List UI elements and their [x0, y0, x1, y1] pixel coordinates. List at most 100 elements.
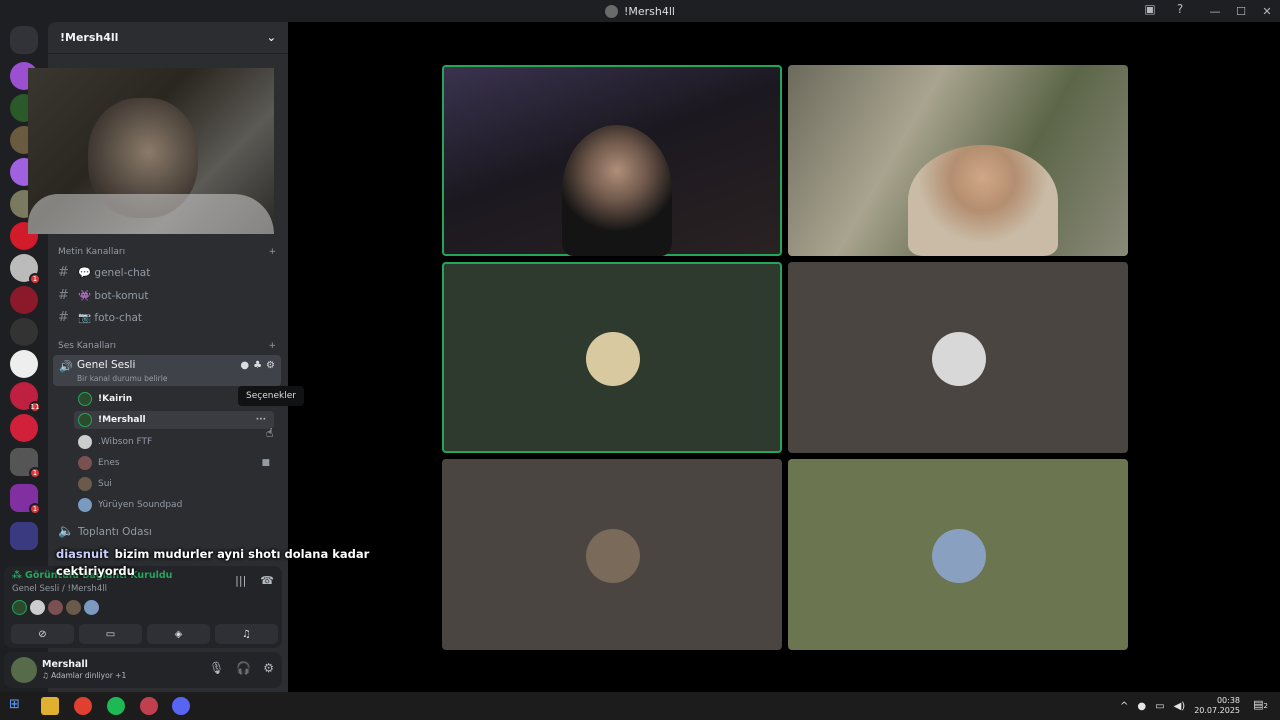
- camera-shirt: [28, 194, 274, 234]
- server-folder[interactable]: 1: [10, 484, 41, 515]
- video-tile[interactable]: [788, 65, 1128, 256]
- activity-button[interactable]: ◈: [147, 624, 210, 644]
- discord-home-icon[interactable]: [10, 26, 38, 54]
- user-panel: Mershall ♫ Adamlar dinliyor +1 🎙 🎧 ⚙: [4, 652, 282, 688]
- video-tile[interactable]: [442, 65, 782, 256]
- options-tooltip: Seçenekler: [238, 386, 304, 406]
- avatar: [78, 477, 92, 491]
- add-channel-icon[interactable]: +: [268, 247, 276, 257]
- server-icon[interactable]: [10, 286, 38, 314]
- user-activity: ♫ Adamlar dinliyor +1: [42, 671, 127, 680]
- guild-header[interactable]: !Mersh4ll ⌄: [48, 22, 288, 54]
- screen-share-button[interactable]: ▭: [79, 624, 142, 644]
- member-name: Sui: [98, 479, 112, 489]
- self-camera-preview[interactable]: [28, 68, 274, 234]
- voice-member[interactable]: Enes ■: [78, 456, 278, 470]
- server-folder[interactable]: 1: [10, 448, 41, 479]
- avatar[interactable]: [48, 600, 63, 615]
- music-icon: ♫: [42, 671, 52, 680]
- windows-start-icon[interactable]: ⊞: [9, 697, 27, 715]
- server-icon[interactable]: [10, 522, 38, 550]
- chevron-down-icon: ⌄: [266, 31, 276, 44]
- connection-location[interactable]: Genel Sesli / !Mersh4ll: [12, 584, 107, 594]
- chevron-up-icon[interactable]: ^: [1120, 701, 1128, 712]
- voice-channel-name: Genel Sesli: [77, 359, 136, 371]
- file-explorer-icon[interactable]: [41, 697, 59, 715]
- wolf-avatar: [932, 332, 986, 386]
- avatar[interactable]: [11, 657, 37, 683]
- soundboard-button[interactable]: ♫: [215, 624, 278, 644]
- notification-count: 2: [1263, 702, 1268, 710]
- headphones-icon[interactable]: 🎧: [236, 661, 251, 675]
- avatar: [586, 529, 640, 583]
- chat-icon[interactable]: ●: [240, 360, 249, 371]
- avatar: [932, 529, 986, 583]
- avatar[interactable]: [30, 600, 45, 615]
- server-icon[interactable]: [10, 318, 38, 346]
- help-icon[interactable]: ?: [1172, 2, 1188, 18]
- hash-icon: #: [58, 288, 69, 303]
- avatar-tile[interactable]: [442, 262, 782, 453]
- voice-member[interactable]: .Wibson FTF: [78, 435, 278, 449]
- member-name: .Wibson FTF: [98, 437, 153, 447]
- server-icon[interactable]: 1: [10, 254, 41, 285]
- avatar[interactable]: [84, 600, 99, 615]
- clock[interactable]: 00:38 20.07.2025: [1194, 696, 1240, 716]
- window-title: !Mersh4ll: [623, 4, 675, 18]
- avatar: [78, 498, 92, 512]
- minimize-button[interactable]: —: [1202, 5, 1228, 18]
- server-icon[interactable]: 11: [10, 382, 41, 413]
- channel-bot-komut[interactable]: # 👾 bot-komut: [58, 288, 276, 303]
- invite-icon[interactable]: ♣: [253, 360, 262, 371]
- voice-member[interactable]: Yürüyen Soundpad: [78, 498, 278, 512]
- voice-channel-toplanti[interactable]: 🔈 Toplantı Odası: [58, 524, 276, 539]
- user-name[interactable]: Mershall: [42, 659, 88, 670]
- duck-avatar: [586, 332, 640, 386]
- channel-genel-chat[interactable]: # 💬 genel-chat: [58, 265, 276, 280]
- more-options-icon[interactable]: ···: [256, 415, 266, 425]
- signal-icon: ⁂: [12, 570, 26, 581]
- gear-icon[interactable]: ⚙: [266, 360, 275, 371]
- connected-avatars: [12, 600, 99, 615]
- stream-caption: diasnuit bizim mudurler ayni shotı dolana…: [56, 546, 376, 580]
- notification-icon[interactable]: ▤2: [1253, 698, 1268, 711]
- server-icon[interactable]: [10, 414, 38, 442]
- hash-icon: #: [58, 265, 69, 280]
- category-voice[interactable]: Ses Kanalları +: [58, 341, 276, 351]
- avatar-tile[interactable]: [442, 459, 782, 650]
- server-icon[interactable]: [10, 350, 38, 378]
- volume-icon[interactable]: ◀): [1174, 701, 1186, 712]
- discord-taskbar-icon[interactable]: [172, 697, 190, 715]
- avatar: [78, 435, 92, 449]
- caption-author: diasnuit: [56, 547, 109, 561]
- microphone-icon[interactable]: 🎙: [209, 661, 224, 675]
- category-text-label: Metin Kanalları: [58, 247, 126, 257]
- member-name: Enes: [98, 458, 120, 468]
- gear-icon[interactable]: ⚙: [263, 661, 274, 675]
- spotify-icon[interactable]: [107, 697, 125, 715]
- avatar[interactable]: [66, 600, 81, 615]
- mouse-cursor: ☝: [266, 426, 274, 440]
- voice-member[interactable]: !Mershall ···: [74, 411, 274, 429]
- close-button[interactable]: ✕: [1254, 5, 1280, 18]
- add-channel-icon[interactable]: +: [268, 341, 276, 351]
- camera-off-button[interactable]: ⊘: [11, 624, 74, 644]
- avatar-tile[interactable]: [788, 459, 1128, 650]
- avatar: [78, 456, 92, 470]
- chrome-icon[interactable]: [74, 697, 92, 715]
- hash-icon: #: [58, 310, 69, 325]
- network-icon[interactable]: ▭: [1155, 701, 1164, 712]
- microphone-icon[interactable]: ●: [1137, 701, 1146, 712]
- badge: 11: [29, 401, 41, 413]
- channel-foto-chat[interactable]: # 📷 foto-chat: [58, 310, 276, 325]
- avatar[interactable]: [12, 600, 27, 615]
- app-icon[interactable]: [140, 697, 158, 715]
- voice-member[interactable]: Sui: [78, 477, 278, 491]
- title-bar: !Mersh4ll ▣ ? — ☐ ✕: [0, 0, 1280, 22]
- voice-channel-genel-sesli[interactable]: 🔊 Genel Sesli Bir kanal durumu belirle ●…: [53, 355, 281, 386]
- category-text[interactable]: Metin Kanalları +: [58, 247, 276, 257]
- maximize-button[interactable]: ☐: [1228, 5, 1254, 18]
- avatar-tile[interactable]: [788, 262, 1128, 453]
- voice-channel-status[interactable]: Bir kanal durumu belirle: [77, 374, 167, 383]
- inbox-icon[interactable]: ▣: [1142, 2, 1158, 18]
